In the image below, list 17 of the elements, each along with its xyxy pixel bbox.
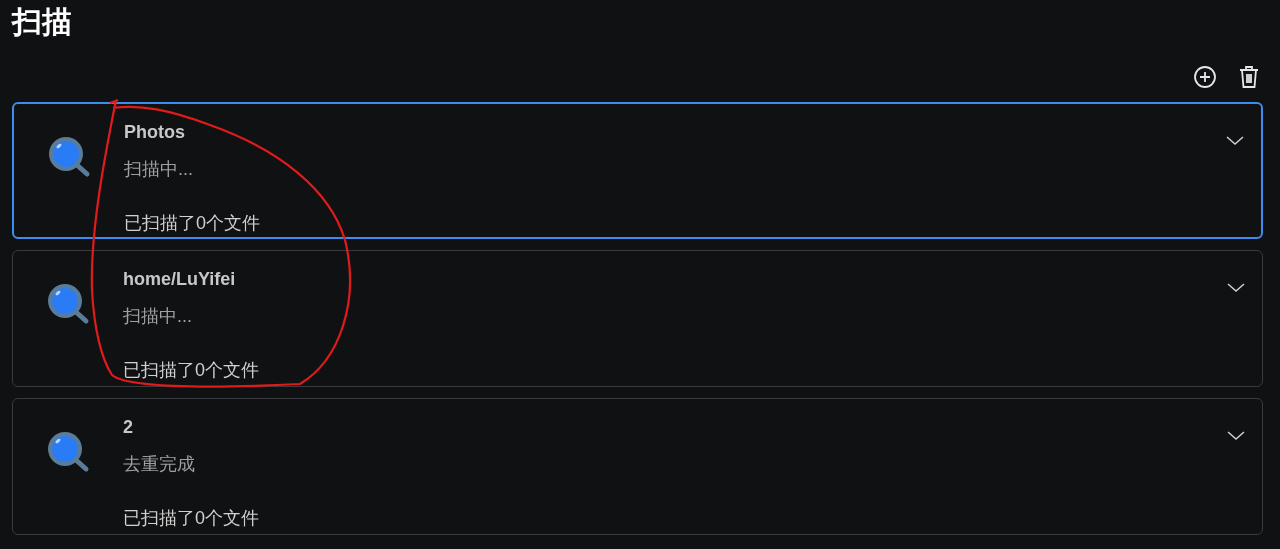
task-name: home/LuYifei <box>123 269 236 291</box>
file-count: 已扫描了0个文件 <box>124 212 260 235</box>
task-status: 去重完成 <box>123 453 195 476</box>
file-count: 已扫描了0个文件 <box>123 507 259 530</box>
scan-task-card[interactable]: home/LuYifei 扫描中... 已扫描了0个文件 <box>12 250 1263 387</box>
task-name: 2 <box>123 417 133 439</box>
task-status: 扫描中... <box>123 305 192 328</box>
scan-task-card[interactable]: 2 去重完成 已扫描了0个文件 <box>12 398 1263 535</box>
magnifier-icon <box>46 431 90 473</box>
task-name: Photos <box>124 122 185 144</box>
file-count: 已扫描了0个文件 <box>123 359 259 382</box>
scan-task-card[interactable]: Photos 扫描中... 已扫描了0个文件 <box>12 102 1263 239</box>
page-title: 扫描 <box>12 4 72 40</box>
magnifier-icon <box>46 283 90 325</box>
magnifier-icon <box>47 136 91 178</box>
add-button[interactable] <box>1191 63 1219 91</box>
task-status: 扫描中... <box>124 158 193 181</box>
